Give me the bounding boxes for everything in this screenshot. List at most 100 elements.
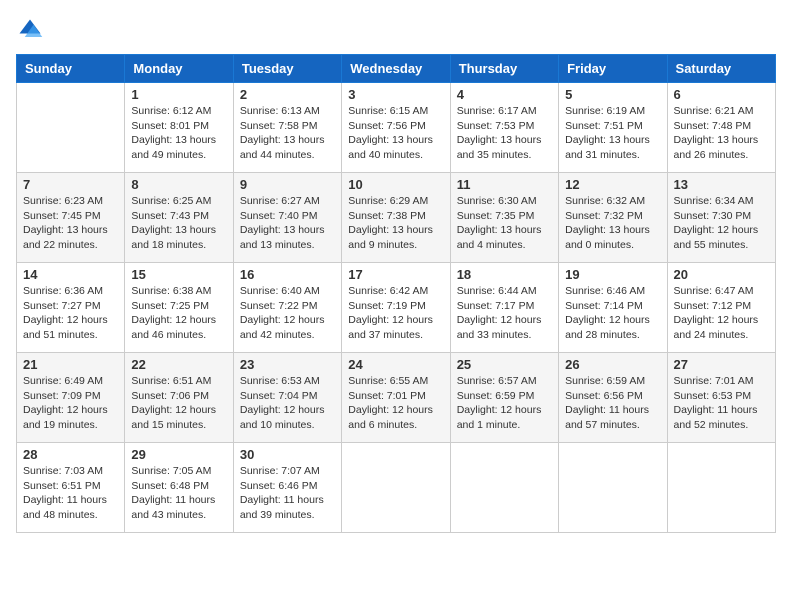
calendar-week-row: 14 Sunrise: 6:36 AM Sunset: 7:27 PM Dayli… xyxy=(17,263,776,353)
day-number: 17 xyxy=(348,267,443,282)
calendar-header: SundayMondayTuesdayWednesdayThursdayFrid… xyxy=(17,55,776,83)
day-number: 28 xyxy=(23,447,118,462)
day-info: Sunrise: 6:17 AM Sunset: 7:53 PM Dayligh… xyxy=(457,104,552,163)
day-number: 13 xyxy=(674,177,769,192)
day-info: Sunrise: 6:55 AM Sunset: 7:01 PM Dayligh… xyxy=(348,374,443,433)
weekday-header-monday: Monday xyxy=(125,55,233,83)
day-info: Sunrise: 6:44 AM Sunset: 7:17 PM Dayligh… xyxy=(457,284,552,343)
logo-icon xyxy=(16,16,44,44)
day-info: Sunrise: 6:46 AM Sunset: 7:14 PM Dayligh… xyxy=(565,284,660,343)
calendar-cell: 24 Sunrise: 6:55 AM Sunset: 7:01 PM Dayli… xyxy=(342,353,450,443)
calendar-week-row: 7 Sunrise: 6:23 AM Sunset: 7:45 PM Daylig… xyxy=(17,173,776,263)
day-number: 15 xyxy=(131,267,226,282)
calendar-week-row: 28 Sunrise: 7:03 AM Sunset: 6:51 PM Dayli… xyxy=(17,443,776,533)
weekday-header-sunday: Sunday xyxy=(17,55,125,83)
day-info: Sunrise: 7:03 AM Sunset: 6:51 PM Dayligh… xyxy=(23,464,118,523)
day-number: 19 xyxy=(565,267,660,282)
calendar-cell: 28 Sunrise: 7:03 AM Sunset: 6:51 PM Dayli… xyxy=(17,443,125,533)
calendar-cell: 12 Sunrise: 6:32 AM Sunset: 7:32 PM Dayli… xyxy=(559,173,667,263)
calendar-cell: 2 Sunrise: 6:13 AM Sunset: 7:58 PM Daylig… xyxy=(233,83,341,173)
day-info: Sunrise: 6:23 AM Sunset: 7:45 PM Dayligh… xyxy=(23,194,118,253)
calendar-week-row: 1 Sunrise: 6:12 AM Sunset: 8:01 PM Daylig… xyxy=(17,83,776,173)
page-header xyxy=(16,16,776,44)
day-info: Sunrise: 6:38 AM Sunset: 7:25 PM Dayligh… xyxy=(131,284,226,343)
calendar-cell: 21 Sunrise: 6:49 AM Sunset: 7:09 PM Dayli… xyxy=(17,353,125,443)
calendar-body: 1 Sunrise: 6:12 AM Sunset: 8:01 PM Daylig… xyxy=(17,83,776,533)
day-number: 21 xyxy=(23,357,118,372)
calendar-cell: 29Sunrise: 7:05 AM Sunset: 6:48 PM Dayli… xyxy=(125,443,233,533)
calendar-cell: 11 Sunrise: 6:30 AM Sunset: 7:35 PM Dayli… xyxy=(450,173,558,263)
weekday-header-wednesday: Wednesday xyxy=(342,55,450,83)
calendar-cell: 6 Sunrise: 6:21 AM Sunset: 7:48 PM Daylig… xyxy=(667,83,775,173)
day-number: 8 xyxy=(131,177,226,192)
day-number: 24 xyxy=(348,357,443,372)
day-info: Sunrise: 6:27 AM Sunset: 7:40 PM Dayligh… xyxy=(240,194,335,253)
day-info: Sunrise: 6:12 AM Sunset: 8:01 PM Dayligh… xyxy=(131,104,226,163)
day-info: Sunrise: 6:15 AM Sunset: 7:56 PM Dayligh… xyxy=(348,104,443,163)
day-number: 26 xyxy=(565,357,660,372)
calendar-table: SundayMondayTuesdayWednesdayThursdayFrid… xyxy=(16,54,776,533)
calendar-cell: 3 Sunrise: 6:15 AM Sunset: 7:56 PM Daylig… xyxy=(342,83,450,173)
day-info: Sunrise: 6:29 AM Sunset: 7:38 PM Dayligh… xyxy=(348,194,443,253)
day-number: 9 xyxy=(240,177,335,192)
calendar-cell: 23Sunrise: 6:53 AM Sunset: 7:04 PM Dayli… xyxy=(233,353,341,443)
day-number: 6 xyxy=(674,87,769,102)
calendar-cell xyxy=(559,443,667,533)
day-info: Sunrise: 6:42 AM Sunset: 7:19 PM Dayligh… xyxy=(348,284,443,343)
calendar-cell: 30 Sunrise: 7:07 AM Sunset: 6:46 PM Dayli… xyxy=(233,443,341,533)
day-number: 14 xyxy=(23,267,118,282)
calendar-cell: 18 Sunrise: 6:44 AM Sunset: 7:17 PM Dayli… xyxy=(450,263,558,353)
calendar-cell: 10 Sunrise: 6:29 AM Sunset: 7:38 PM Dayli… xyxy=(342,173,450,263)
day-number: 10 xyxy=(348,177,443,192)
day-info: Sunrise: 6:36 AM Sunset: 7:27 PM Dayligh… xyxy=(23,284,118,343)
day-number: 7 xyxy=(23,177,118,192)
day-info: Sunrise: 6:49 AM Sunset: 7:09 PM Dayligh… xyxy=(23,374,118,433)
day-info: Sunrise: 6:57 AM Sunset: 6:59 PM Dayligh… xyxy=(457,374,552,433)
day-info: Sunrise: 6:32 AM Sunset: 7:32 PM Dayligh… xyxy=(565,194,660,253)
calendar-cell: 5Sunrise: 6:19 AM Sunset: 7:51 PM Daylig… xyxy=(559,83,667,173)
calendar-cell: 19 Sunrise: 6:46 AM Sunset: 7:14 PM Dayli… xyxy=(559,263,667,353)
calendar-cell: 17 Sunrise: 6:42 AM Sunset: 7:19 PM Dayli… xyxy=(342,263,450,353)
calendar-cell xyxy=(17,83,125,173)
calendar-cell: 1 Sunrise: 6:12 AM Sunset: 8:01 PM Daylig… xyxy=(125,83,233,173)
day-number: 22 xyxy=(131,357,226,372)
calendar-cell xyxy=(450,443,558,533)
weekday-header-thursday: Thursday xyxy=(450,55,558,83)
day-info: Sunrise: 7:01 AM Sunset: 6:53 PM Dayligh… xyxy=(674,374,769,433)
calendar-cell: 9 Sunrise: 6:27 AM Sunset: 7:40 PM Daylig… xyxy=(233,173,341,263)
calendar-cell: 20 Sunrise: 6:47 AM Sunset: 7:12 PM Dayli… xyxy=(667,263,775,353)
calendar-cell: 16Sunrise: 6:40 AM Sunset: 7:22 PM Dayli… xyxy=(233,263,341,353)
weekday-header-row: SundayMondayTuesdayWednesdayThursdayFrid… xyxy=(17,55,776,83)
day-number: 29 xyxy=(131,447,226,462)
day-info: Sunrise: 6:34 AM Sunset: 7:30 PM Dayligh… xyxy=(674,194,769,253)
day-number: 18 xyxy=(457,267,552,282)
calendar-cell xyxy=(342,443,450,533)
day-number: 20 xyxy=(674,267,769,282)
calendar-cell: 27 Sunrise: 7:01 AM Sunset: 6:53 PM Dayli… xyxy=(667,353,775,443)
day-info: Sunrise: 6:21 AM Sunset: 7:48 PM Dayligh… xyxy=(674,104,769,163)
weekday-header-saturday: Saturday xyxy=(667,55,775,83)
calendar-cell xyxy=(667,443,775,533)
calendar-cell: 13 Sunrise: 6:34 AM Sunset: 7:30 PM Dayli… xyxy=(667,173,775,263)
day-number: 2 xyxy=(240,87,335,102)
calendar-cell: 25Sunrise: 6:57 AM Sunset: 6:59 PM Dayli… xyxy=(450,353,558,443)
day-info: Sunrise: 7:07 AM Sunset: 6:46 PM Dayligh… xyxy=(240,464,335,523)
day-number: 12 xyxy=(565,177,660,192)
calendar-cell: 14 Sunrise: 6:36 AM Sunset: 7:27 PM Dayli… xyxy=(17,263,125,353)
day-number: 3 xyxy=(348,87,443,102)
day-number: 27 xyxy=(674,357,769,372)
day-number: 1 xyxy=(131,87,226,102)
day-number: 4 xyxy=(457,87,552,102)
day-info: Sunrise: 6:30 AM Sunset: 7:35 PM Dayligh… xyxy=(457,194,552,253)
calendar-cell: 7 Sunrise: 6:23 AM Sunset: 7:45 PM Daylig… xyxy=(17,173,125,263)
calendar-cell: 15 Sunrise: 6:38 AM Sunset: 7:25 PM Dayli… xyxy=(125,263,233,353)
day-number: 11 xyxy=(457,177,552,192)
day-number: 30 xyxy=(240,447,335,462)
day-info: Sunrise: 6:40 AM Sunset: 7:22 PM Dayligh… xyxy=(240,284,335,343)
day-info: Sunrise: 6:47 AM Sunset: 7:12 PM Dayligh… xyxy=(674,284,769,343)
day-info: Sunrise: 6:13 AM Sunset: 7:58 PM Dayligh… xyxy=(240,104,335,163)
calendar-cell: 4 Sunrise: 6:17 AM Sunset: 7:53 PM Daylig… xyxy=(450,83,558,173)
day-info: Sunrise: 6:19 AM Sunset: 7:51 PM Dayligh… xyxy=(565,104,660,163)
day-info: Sunrise: 6:51 AM Sunset: 7:06 PM Dayligh… xyxy=(131,374,226,433)
day-info: Sunrise: 6:53 AM Sunset: 7:04 PM Dayligh… xyxy=(240,374,335,433)
